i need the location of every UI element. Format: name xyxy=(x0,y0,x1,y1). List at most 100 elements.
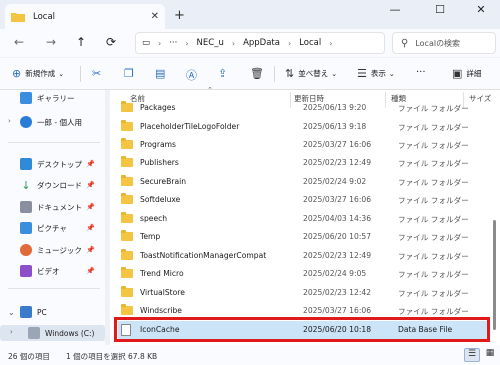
rename-button[interactable]: Ⓐ xyxy=(186,67,201,83)
sidebar-item-desktop[interactable]: デスクトップ 📌 xyxy=(0,156,105,172)
chevron-right-icon[interactable]: › xyxy=(10,328,13,336)
copy-icon: ❐ xyxy=(124,67,134,80)
search-input[interactable]: ⚲ Localの検索 xyxy=(392,32,496,54)
file-name: Packages xyxy=(140,103,176,112)
file-date: 2025/02/23 12:49 xyxy=(303,251,372,260)
list-item[interactable]: ToastNotificationManagerCompat 2025/02/2… xyxy=(118,247,488,265)
list-item[interactable]: Temp 2025/06/20 10:57 ファイル フォルダー xyxy=(118,228,488,246)
navigation-pane: ギャラリー › 一郎 - 個人用 デスクトップ 📌 ↓ ダウンロード 📌 ドキュ… xyxy=(0,90,105,345)
file-name: Temp xyxy=(140,232,161,241)
view-button[interactable]: ☰ 表示 ⌄ xyxy=(357,67,395,80)
sort-button[interactable]: ⇅ 並べ替え ⌄ xyxy=(285,67,337,80)
chevron-right-icon: › xyxy=(231,38,236,48)
sidebar-item-label: ピクチャ xyxy=(37,223,67,233)
scrollbar[interactable] xyxy=(492,95,496,340)
address-bar[interactable]: ▭ › ··· › NEC_u › AppData › Local › xyxy=(135,32,385,54)
refresh-icon[interactable]: ⟳ xyxy=(106,35,116,49)
folder-icon xyxy=(121,138,133,149)
cut-button[interactable]: ✂ xyxy=(92,67,105,80)
list-item[interactable]: Trend Micro 2025/02/24 9:05 ファイル フォルダー xyxy=(118,265,488,283)
back-arrow-icon[interactable]: ← xyxy=(14,35,24,49)
sidebar-item-videos[interactable]: ビデオ 📌 xyxy=(0,263,105,279)
chevron-right-icon: › xyxy=(287,38,292,48)
file-name: ToastNotificationManagerCompat xyxy=(140,251,267,260)
details-view-icon[interactable]: ☰ xyxy=(464,348,480,362)
address-segment-appdata[interactable]: AppData xyxy=(243,38,280,48)
list-item[interactable]: SecureBrain 2025/02/24 9:02 ファイル フォルダー xyxy=(118,173,488,191)
address-more[interactable]: ··· xyxy=(169,38,177,48)
file-date: 2025/03/27 16:06 xyxy=(303,140,372,149)
sidebar-item-documents[interactable]: ドキュメント 📌 xyxy=(0,199,105,215)
selection-info: 1 個の項目を選択 67.8 KB xyxy=(66,352,158,361)
more-options-button[interactable]: ··· xyxy=(416,67,426,78)
plus-circle-icon: ⊕ xyxy=(12,67,22,80)
details-pane-icon: ▣ xyxy=(452,67,463,80)
list-item[interactable]: PlaceholderTileLogoFolder 2025/06/13 9:1… xyxy=(118,118,488,136)
sidebar-item-windows-c[interactable]: › Windows (C:) xyxy=(0,325,105,341)
search-placeholder: Localの検索 xyxy=(415,38,461,48)
file-name: Programs xyxy=(140,140,176,149)
file-date: 2025/03/27 16:06 xyxy=(303,195,372,204)
folder-icon xyxy=(121,193,133,204)
sidebar-item-music[interactable]: ミュージック 📌 xyxy=(0,242,105,258)
list-item[interactable]: Softdeluxe 2025/03/27 16:06 ファイル フォルダー xyxy=(118,191,488,209)
list-item[interactable]: Packages 2025/06/13 9:20 ファイル フォルダー xyxy=(118,99,488,117)
maximize-button[interactable]: ☐ xyxy=(425,3,455,19)
list-item[interactable]: Programs 2025/03/27 16:06 ファイル フォルダー xyxy=(118,136,488,154)
up-arrow-icon[interactable]: ↑ xyxy=(76,35,86,49)
new-tab-icon[interactable]: + xyxy=(174,8,185,23)
file-type: ファイル フォルダー xyxy=(398,196,469,205)
trash-icon: 🗑 xyxy=(250,67,264,80)
folder-icon xyxy=(121,249,133,260)
file-type: ファイル フォルダー xyxy=(398,178,469,187)
close-button[interactable]: ✕ xyxy=(466,3,496,19)
sort-icon: ⇅ xyxy=(285,67,295,80)
delete-button[interactable]: 🗑 xyxy=(250,67,268,80)
address-segment-local[interactable]: Local xyxy=(299,38,321,48)
file-type: ファイル フォルダー xyxy=(398,215,469,224)
sidebar-item-gallery[interactable]: ギャラリー xyxy=(0,90,105,106)
download-icon: ↓ xyxy=(21,179,31,192)
share-icon: ⇪ xyxy=(218,67,228,80)
file-date: 2025/02/23 12:42 xyxy=(303,288,372,297)
file-type: ファイル フォルダー xyxy=(398,252,469,261)
sidebar-divider xyxy=(8,288,100,289)
file-date: 2025/02/24 9:05 xyxy=(303,269,367,278)
share-button[interactable]: ⇪ xyxy=(218,67,231,80)
list-item[interactable]: VirtualStore 2025/02/23 12:42 ファイル フォルダー xyxy=(118,284,488,302)
paste-button[interactable]: ▤ xyxy=(155,67,169,80)
tab-local[interactable]: Local ✕ xyxy=(5,4,165,29)
music-icon xyxy=(20,244,32,256)
sidebar-item-pictures[interactable]: ピクチャ 📌 xyxy=(0,220,105,236)
chevron-down-icon: ⌄ xyxy=(331,69,338,78)
folder-icon xyxy=(121,120,133,131)
file-name: Windscribe xyxy=(140,306,182,315)
toolbar-divider xyxy=(80,66,81,82)
sidebar-item-label: ミュージック xyxy=(37,245,82,255)
file-type: ファイル フォルダー xyxy=(398,123,469,132)
item-count: 26 個の項目 xyxy=(8,352,50,361)
highlight-box xyxy=(114,317,490,342)
monitor-icon: ▭ xyxy=(142,38,151,48)
sidebar-item-downloads[interactable]: ↓ ダウンロード 📌 xyxy=(0,177,105,193)
pin-icon: 📌 xyxy=(86,203,95,211)
minimize-button[interactable]: — xyxy=(380,3,410,19)
view-icon: ☰ xyxy=(357,67,367,80)
tab-close-icon[interactable]: ✕ xyxy=(151,11,159,22)
address-segment-user[interactable]: NEC_u xyxy=(197,38,224,48)
list-item[interactable]: Publishers 2025/02/23 12:49 ファイル フォルダー xyxy=(118,154,488,172)
forward-arrow-icon[interactable]: → xyxy=(46,35,56,49)
details-button[interactable]: ▣ 詳細 xyxy=(452,67,481,80)
sidebar-item-onedrive[interactable]: 一郎 - 個人用 xyxy=(0,114,105,130)
tiles-view-icon[interactable]: ▦ xyxy=(482,348,498,362)
folder-icon xyxy=(121,101,133,112)
scrollbar-thumb[interactable] xyxy=(493,220,496,330)
sidebar-item-pc[interactable]: PC xyxy=(0,304,105,320)
sidebar-item-label: PC xyxy=(37,307,47,317)
chevron-down-icon: ⌄ xyxy=(388,69,395,78)
file-date: 2025/06/13 9:18 xyxy=(303,122,367,131)
list-item[interactable]: speech 2025/04/03 14:36 ファイル フォルダー xyxy=(118,210,488,228)
new-button[interactable]: ⊕ 新規作成 ⌄ xyxy=(12,67,64,80)
folder-icon xyxy=(121,230,133,241)
copy-button[interactable]: ❐ xyxy=(124,67,138,80)
